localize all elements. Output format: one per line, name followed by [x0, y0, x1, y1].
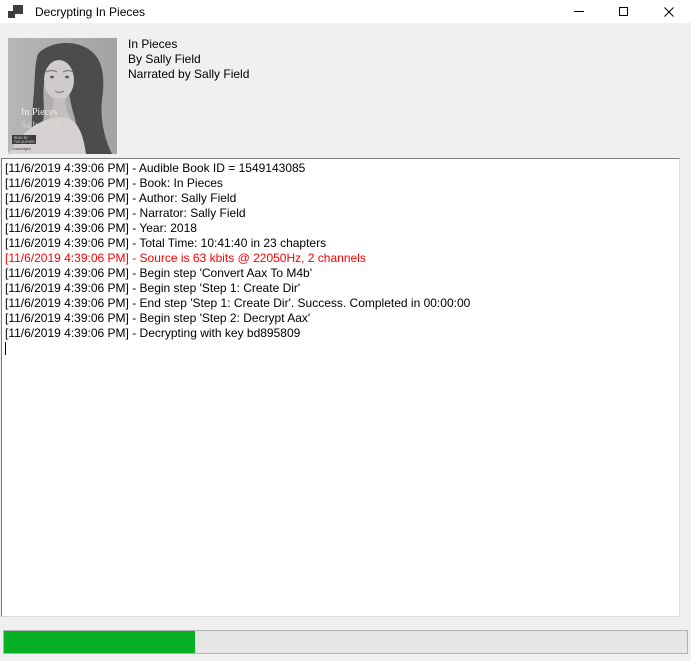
window-controls — [556, 0, 691, 23]
log-line: [11/6/2019 4:39:06 PM] - Narrator: Sally… — [5, 206, 677, 221]
cover-badge-line3: Unabridged — [12, 147, 31, 151]
progress-fill — [4, 631, 195, 653]
book-cover-image: In Pieces Sally Field READ BY THE AUTHOR… — [8, 38, 117, 154]
text-caret — [5, 342, 6, 355]
log-line: [11/6/2019 4:39:06 PM] - Year: 2018 — [5, 221, 677, 236]
log-line: [11/6/2019 4:39:06 PM] - Begin step 'Ste… — [5, 281, 677, 296]
cover-author-text: Sally Field — [21, 120, 61, 130]
log-line: [11/6/2019 4:39:06 PM] - Author: Sally F… — [5, 191, 677, 206]
log-line: [11/6/2019 4:39:06 PM] - Begin step 'Ste… — [5, 311, 677, 326]
minimize-button[interactable] — [556, 0, 601, 23]
log-line: [11/6/2019 4:39:06 PM] - Audible Book ID… — [5, 161, 677, 176]
log-textbox[interactable]: [11/6/2019 4:39:06 PM] - Audible Book ID… — [1, 158, 680, 617]
app-icon — [8, 4, 24, 20]
progress-bar — [3, 630, 688, 654]
close-icon — [664, 7, 674, 17]
log-line: [11/6/2019 4:39:06 PM] - Begin step 'Con… — [5, 266, 677, 281]
app-window: Decrypting In Pieces — [0, 0, 691, 661]
maximize-button[interactable] — [601, 0, 646, 23]
cover-title-text: In Pieces — [21, 107, 57, 118]
log-line: [11/6/2019 4:39:06 PM] - Source is 63 kb… — [5, 251, 677, 266]
log-line: [11/6/2019 4:39:06 PM] - Total Time: 10:… — [5, 236, 677, 251]
log-line: [11/6/2019 4:39:06 PM] - End step 'Step … — [5, 296, 677, 311]
minimize-icon — [574, 11, 584, 12]
app-icon-square-small — [8, 11, 15, 18]
title-bar: Decrypting In Pieces — [0, 0, 691, 23]
cover-badge-line2: THE AUTHOR — [14, 140, 35, 144]
book-author: By Sally Field — [128, 52, 249, 67]
log-line: [11/6/2019 4:39:06 PM] - Book: In Pieces — [5, 176, 677, 191]
close-button[interactable] — [646, 0, 691, 23]
book-title: In Pieces — [128, 37, 249, 52]
book-info: In Pieces By Sally Field Narrated by Sal… — [128, 37, 249, 82]
log-line: [11/6/2019 4:39:06 PM] - Decrypting with… — [5, 326, 677, 341]
cover-face-shape — [44, 60, 74, 100]
window-title: Decrypting In Pieces — [35, 5, 145, 19]
book-narrator: Narrated by Sally Field — [128, 67, 249, 82]
maximize-icon — [619, 7, 628, 16]
